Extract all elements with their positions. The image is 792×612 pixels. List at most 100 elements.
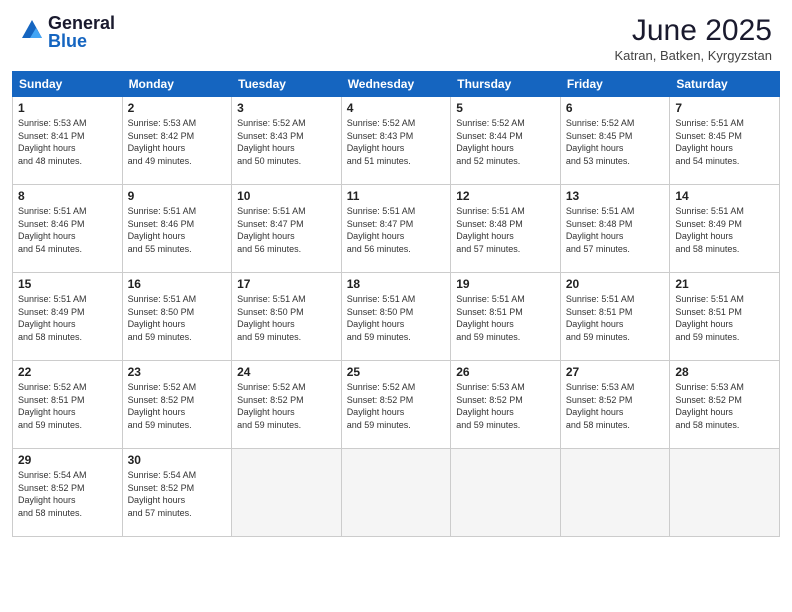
calendar-cell: 21 Sunrise: 5:51 AM Sunset: 8:51 PM Dayl…: [670, 273, 780, 361]
calendar-cell: 10 Sunrise: 5:51 AM Sunset: 8:47 PM Dayl…: [232, 185, 342, 273]
calendar-cell: 12 Sunrise: 5:51 AM Sunset: 8:48 PM Dayl…: [451, 185, 561, 273]
calendar-cell: 15 Sunrise: 5:51 AM Sunset: 8:49 PM Dayl…: [13, 273, 123, 361]
day-info: Sunrise: 5:53 AM Sunset: 8:52 PM Dayligh…: [675, 381, 774, 431]
day-number: 3: [237, 101, 336, 115]
calendar-cell: [341, 449, 451, 537]
day-number: 1: [18, 101, 117, 115]
day-info: Sunrise: 5:51 AM Sunset: 8:48 PM Dayligh…: [456, 205, 555, 255]
title-area: June 2025 Katran, Batken, Kyrgyzstan: [614, 14, 772, 63]
calendar-header-sunday: Sunday: [13, 72, 123, 97]
day-number: 16: [128, 277, 227, 291]
calendar: SundayMondayTuesdayWednesdayThursdayFrid…: [12, 71, 780, 537]
calendar-cell: 27 Sunrise: 5:53 AM Sunset: 8:52 PM Dayl…: [560, 361, 670, 449]
calendar-cell: 17 Sunrise: 5:51 AM Sunset: 8:50 PM Dayl…: [232, 273, 342, 361]
day-info: Sunrise: 5:52 AM Sunset: 8:43 PM Dayligh…: [347, 117, 446, 167]
day-number: 5: [456, 101, 555, 115]
day-info: Sunrise: 5:51 AM Sunset: 8:46 PM Dayligh…: [18, 205, 117, 255]
calendar-cell: 3 Sunrise: 5:52 AM Sunset: 8:43 PM Dayli…: [232, 97, 342, 185]
calendar-header-friday: Friday: [560, 72, 670, 97]
day-number: 6: [566, 101, 665, 115]
calendar-cell: [451, 449, 561, 537]
calendar-cell: 7 Sunrise: 5:51 AM Sunset: 8:45 PM Dayli…: [670, 97, 780, 185]
day-number: 25: [347, 365, 446, 379]
calendar-cell: 8 Sunrise: 5:51 AM Sunset: 8:46 PM Dayli…: [13, 185, 123, 273]
day-info: Sunrise: 5:52 AM Sunset: 8:52 PM Dayligh…: [128, 381, 227, 431]
calendar-cell: [670, 449, 780, 537]
day-info: Sunrise: 5:51 AM Sunset: 8:51 PM Dayligh…: [675, 293, 774, 343]
calendar-cell: 22 Sunrise: 5:52 AM Sunset: 8:51 PM Dayl…: [13, 361, 123, 449]
calendar-cell: 16 Sunrise: 5:51 AM Sunset: 8:50 PM Dayl…: [122, 273, 232, 361]
calendar-week-1: 1 Sunrise: 5:53 AM Sunset: 8:41 PM Dayli…: [13, 97, 780, 185]
day-info: Sunrise: 5:51 AM Sunset: 8:51 PM Dayligh…: [456, 293, 555, 343]
day-info: Sunrise: 5:52 AM Sunset: 8:52 PM Dayligh…: [347, 381, 446, 431]
header: General Blue June 2025 Katran, Batken, K…: [0, 0, 792, 71]
day-info: Sunrise: 5:51 AM Sunset: 8:50 PM Dayligh…: [237, 293, 336, 343]
day-number: 23: [128, 365, 227, 379]
day-info: Sunrise: 5:53 AM Sunset: 8:42 PM Dayligh…: [128, 117, 227, 167]
day-info: Sunrise: 5:52 AM Sunset: 8:51 PM Dayligh…: [18, 381, 117, 431]
calendar-week-5: 29 Sunrise: 5:54 AM Sunset: 8:52 PM Dayl…: [13, 449, 780, 537]
calendar-header-saturday: Saturday: [670, 72, 780, 97]
day-number: 15: [18, 277, 117, 291]
location: Katran, Batken, Kyrgyzstan: [614, 48, 772, 63]
logo-text: General Blue: [48, 14, 115, 50]
calendar-week-3: 15 Sunrise: 5:51 AM Sunset: 8:49 PM Dayl…: [13, 273, 780, 361]
calendar-cell: 14 Sunrise: 5:51 AM Sunset: 8:49 PM Dayl…: [670, 185, 780, 273]
day-number: 7: [675, 101, 774, 115]
day-number: 13: [566, 189, 665, 203]
day-info: Sunrise: 5:51 AM Sunset: 8:49 PM Dayligh…: [675, 205, 774, 255]
month-title: June 2025: [614, 14, 772, 48]
calendar-cell: 2 Sunrise: 5:53 AM Sunset: 8:42 PM Dayli…: [122, 97, 232, 185]
calendar-cell: 29 Sunrise: 5:54 AM Sunset: 8:52 PM Dayl…: [13, 449, 123, 537]
calendar-header-tuesday: Tuesday: [232, 72, 342, 97]
day-info: Sunrise: 5:52 AM Sunset: 8:44 PM Dayligh…: [456, 117, 555, 167]
logo-icon: [20, 18, 44, 42]
calendar-cell: [232, 449, 342, 537]
day-number: 2: [128, 101, 227, 115]
calendar-cell: 4 Sunrise: 5:52 AM Sunset: 8:43 PM Dayli…: [341, 97, 451, 185]
day-info: Sunrise: 5:53 AM Sunset: 8:41 PM Dayligh…: [18, 117, 117, 167]
day-info: Sunrise: 5:51 AM Sunset: 8:48 PM Dayligh…: [566, 205, 665, 255]
calendar-cell: 25 Sunrise: 5:52 AM Sunset: 8:52 PM Dayl…: [341, 361, 451, 449]
day-info: Sunrise: 5:52 AM Sunset: 8:45 PM Dayligh…: [566, 117, 665, 167]
day-info: Sunrise: 5:51 AM Sunset: 8:50 PM Dayligh…: [347, 293, 446, 343]
day-info: Sunrise: 5:51 AM Sunset: 8:46 PM Dayligh…: [128, 205, 227, 255]
logo: General Blue: [20, 14, 115, 50]
day-info: Sunrise: 5:51 AM Sunset: 8:50 PM Dayligh…: [128, 293, 227, 343]
calendar-cell: 1 Sunrise: 5:53 AM Sunset: 8:41 PM Dayli…: [13, 97, 123, 185]
day-info: Sunrise: 5:51 AM Sunset: 8:47 PM Dayligh…: [237, 205, 336, 255]
calendar-header-thursday: Thursday: [451, 72, 561, 97]
day-info: Sunrise: 5:53 AM Sunset: 8:52 PM Dayligh…: [566, 381, 665, 431]
calendar-week-2: 8 Sunrise: 5:51 AM Sunset: 8:46 PM Dayli…: [13, 185, 780, 273]
day-info: Sunrise: 5:51 AM Sunset: 8:51 PM Dayligh…: [566, 293, 665, 343]
calendar-cell: 30 Sunrise: 5:54 AM Sunset: 8:52 PM Dayl…: [122, 449, 232, 537]
day-info: Sunrise: 5:52 AM Sunset: 8:52 PM Dayligh…: [237, 381, 336, 431]
logo-blue: Blue: [48, 32, 115, 50]
calendar-cell: 13 Sunrise: 5:51 AM Sunset: 8:48 PM Dayl…: [560, 185, 670, 273]
day-number: 14: [675, 189, 774, 203]
day-number: 26: [456, 365, 555, 379]
page: General Blue June 2025 Katran, Batken, K…: [0, 0, 792, 612]
day-info: Sunrise: 5:52 AM Sunset: 8:43 PM Dayligh…: [237, 117, 336, 167]
day-info: Sunrise: 5:54 AM Sunset: 8:52 PM Dayligh…: [18, 469, 117, 519]
day-number: 8: [18, 189, 117, 203]
day-info: Sunrise: 5:53 AM Sunset: 8:52 PM Dayligh…: [456, 381, 555, 431]
calendar-cell: 19 Sunrise: 5:51 AM Sunset: 8:51 PM Dayl…: [451, 273, 561, 361]
day-number: 22: [18, 365, 117, 379]
calendar-header-wednesday: Wednesday: [341, 72, 451, 97]
calendar-cell: [560, 449, 670, 537]
day-number: 19: [456, 277, 555, 291]
day-info: Sunrise: 5:51 AM Sunset: 8:47 PM Dayligh…: [347, 205, 446, 255]
day-number: 17: [237, 277, 336, 291]
day-number: 4: [347, 101, 446, 115]
day-info: Sunrise: 5:51 AM Sunset: 8:49 PM Dayligh…: [18, 293, 117, 343]
calendar-cell: 18 Sunrise: 5:51 AM Sunset: 8:50 PM Dayl…: [341, 273, 451, 361]
day-number: 21: [675, 277, 774, 291]
day-number: 9: [128, 189, 227, 203]
day-number: 20: [566, 277, 665, 291]
calendar-cell: 6 Sunrise: 5:52 AM Sunset: 8:45 PM Dayli…: [560, 97, 670, 185]
calendar-header-monday: Monday: [122, 72, 232, 97]
day-number: 28: [675, 365, 774, 379]
day-number: 10: [237, 189, 336, 203]
day-info: Sunrise: 5:51 AM Sunset: 8:45 PM Dayligh…: [675, 117, 774, 167]
